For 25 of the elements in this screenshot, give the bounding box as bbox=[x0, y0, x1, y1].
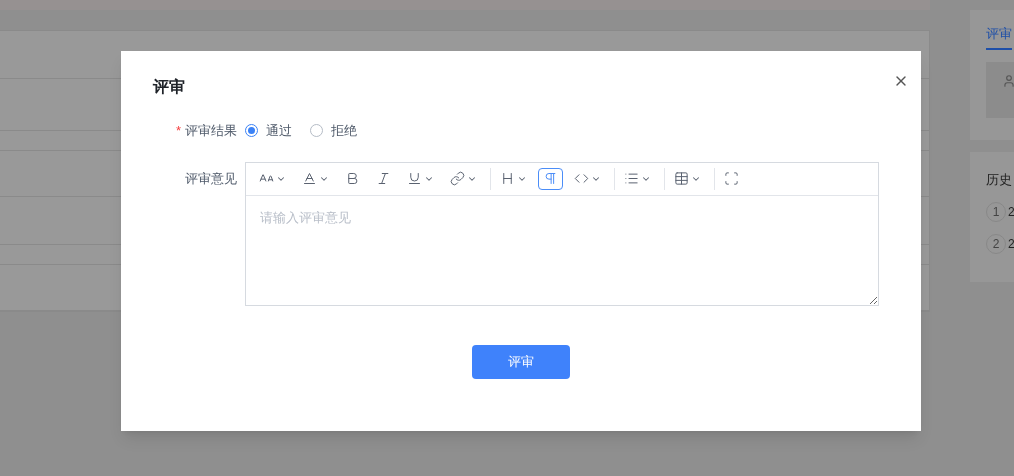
bold-icon bbox=[345, 171, 360, 186]
font-color-icon bbox=[302, 171, 317, 186]
pilcrow-icon bbox=[543, 171, 558, 186]
rich-text-editor[interactable]: 请输入评审意见 bbox=[245, 161, 879, 306]
underline-icon bbox=[407, 171, 422, 186]
list-icon bbox=[624, 171, 639, 186]
field-label: 评审意见 bbox=[185, 169, 237, 188]
radio-option[interactable]: 拒绝 bbox=[310, 121, 357, 141]
code-icon bbox=[574, 171, 589, 186]
toolbar-button[interactable] bbox=[538, 167, 563, 190]
italic-icon bbox=[376, 171, 391, 186]
fullscreen-icon bbox=[724, 171, 739, 186]
radio-option[interactable]: 通过 bbox=[245, 121, 292, 141]
link-icon bbox=[450, 171, 465, 186]
field-label: 评审结果 bbox=[185, 122, 237, 140]
step-text: 2 bbox=[1008, 235, 1014, 253]
table-icon bbox=[674, 171, 689, 186]
history-title: 历史 bbox=[986, 171, 1013, 189]
dialog-title: 评审 bbox=[153, 77, 185, 97]
submit-button[interactable]: 评审 bbox=[472, 344, 570, 379]
step-text: 2 bbox=[1008, 203, 1014, 221]
required-mark: * bbox=[175, 122, 181, 140]
heading-icon bbox=[500, 171, 515, 186]
comment-field[interactable]: 请输入评审意见 bbox=[246, 194, 878, 305]
user-icon bbox=[1002, 73, 1014, 88]
